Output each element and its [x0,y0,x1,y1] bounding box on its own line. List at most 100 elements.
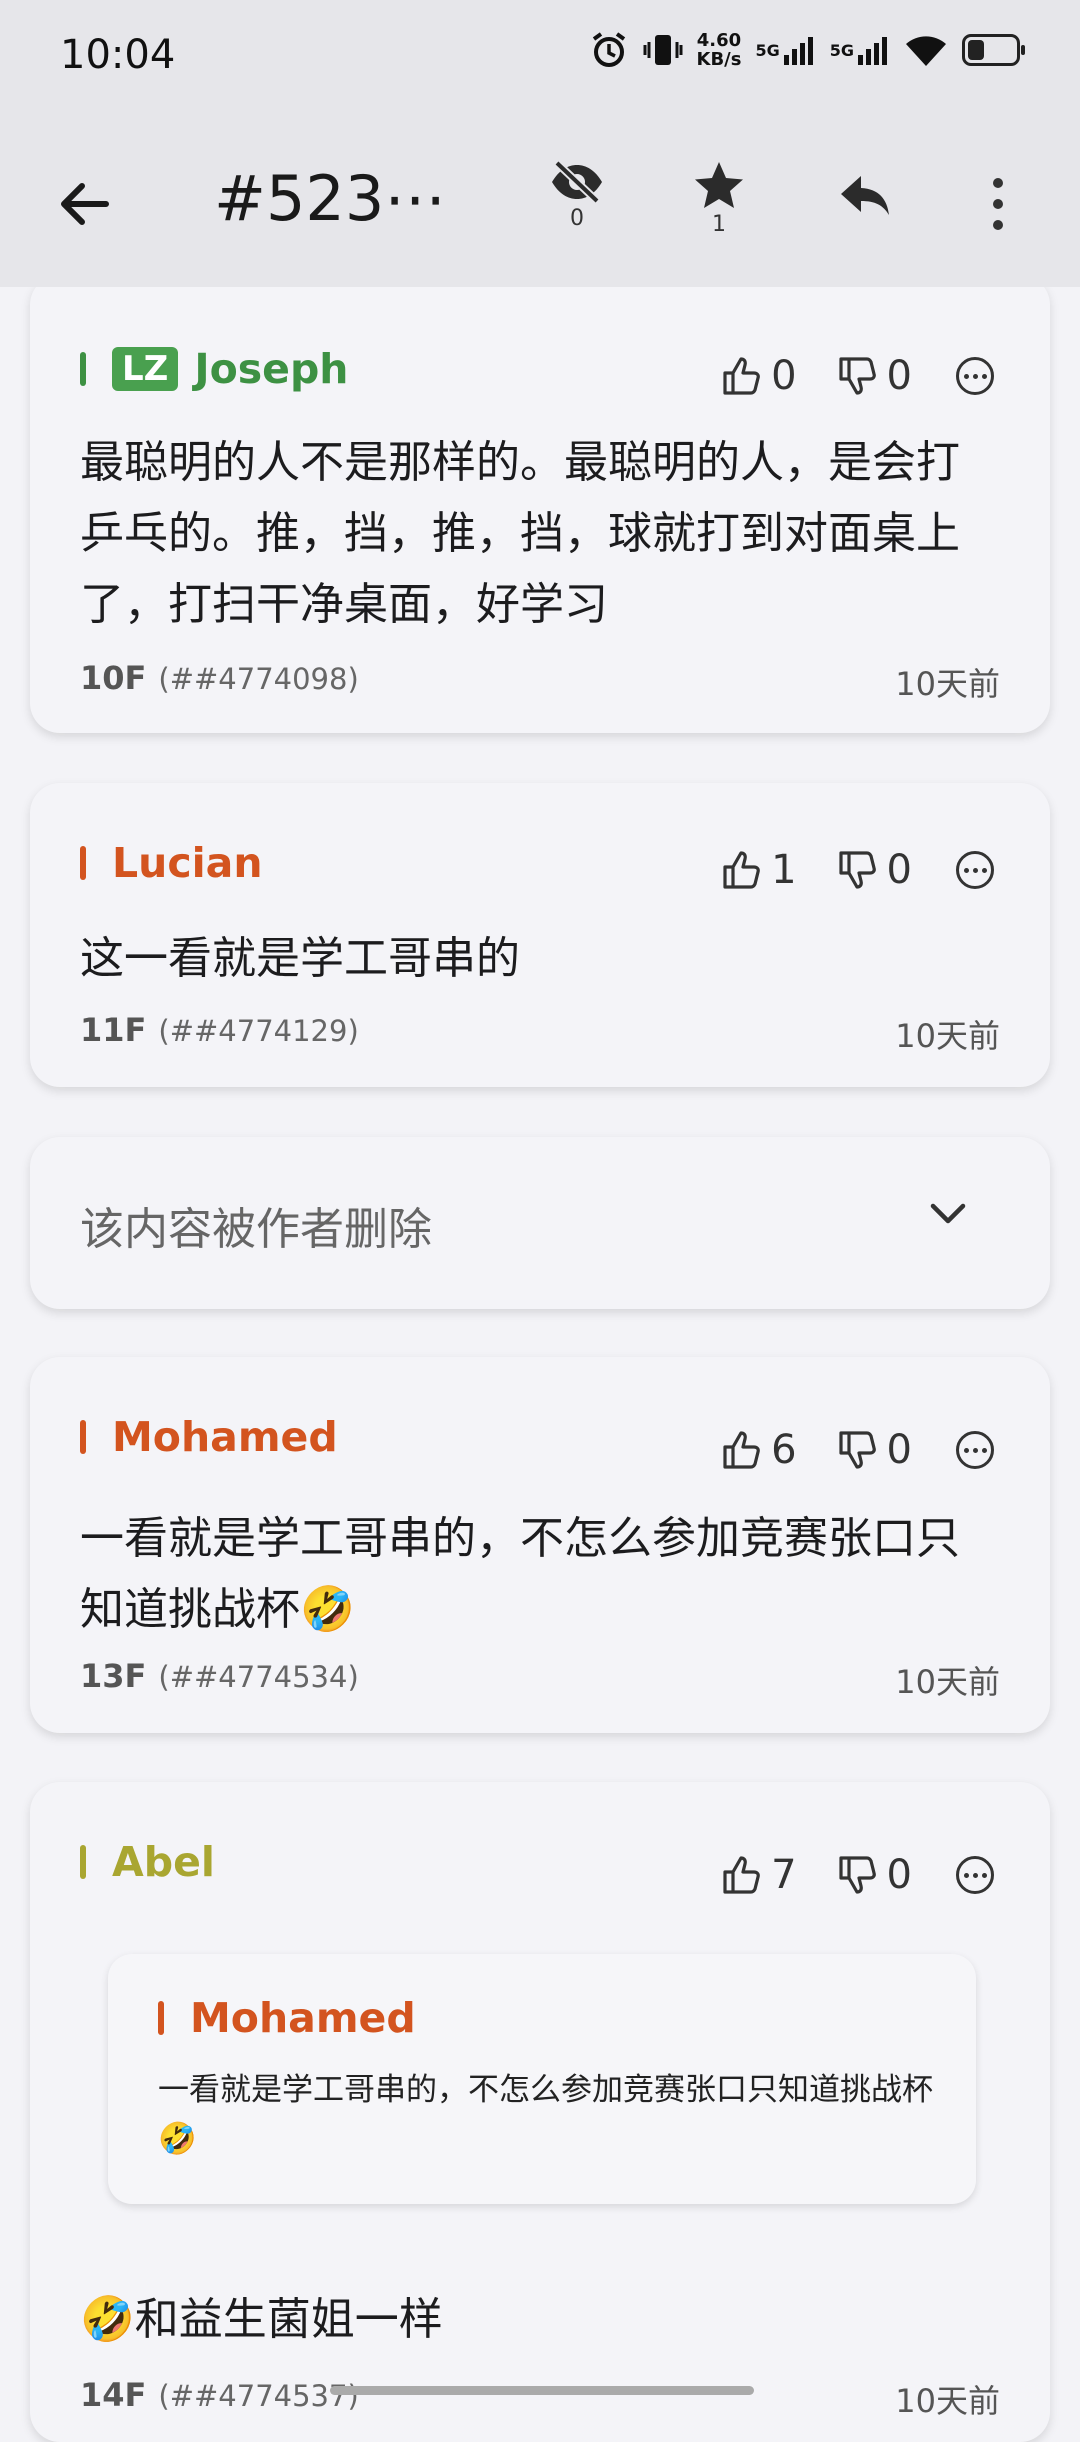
post-author[interactable]: LZ Joseph [80,345,349,393]
deleted-post-card[interactable]: 该内容被作者删除 [30,1137,1050,1309]
battery-fill [968,40,985,60]
reply-button[interactable] [820,172,910,220]
post-time: 10天前 [895,665,1000,703]
star-count: 1 [712,212,726,237]
author-name: Mohamed [112,1413,338,1461]
author-color-bar [80,1845,86,1879]
post-id: (##4774534) [158,1660,359,1694]
post-time: 10天前 [895,1663,1000,1701]
post-card: Mohamed 6 0 一看就是学工哥串的，不怎么参加竞赛张口只知道挑战杯🤣 1… [30,1357,1050,1733]
floor-number: 13F [80,1657,147,1695]
like-button[interactable]: 6 [721,1427,797,1473]
dislike-button[interactable]: 0 [837,1852,912,1898]
page-title: #523⋯ [214,162,447,235]
floor-number: 10F [80,659,147,697]
dislike-count: 0 [886,1427,912,1473]
quote-text: 一看就是学工哥串的，不怎么参加竞赛张口只知道挑战杯🤣 [158,2072,933,2157]
hidden-toggle-button[interactable]: 0 [532,160,622,231]
vote-bar: 0 0 [721,353,994,399]
like-button[interactable]: 0 [721,353,797,399]
quote-author: Mohamed [158,1994,416,2042]
author-color-bar [158,2001,164,2035]
like-button[interactable]: 7 [721,1852,797,1898]
post-text: 这一看就是学工哥串的 [80,933,520,984]
net-speed: 4.60 KB/s [697,31,742,69]
post-author[interactable]: Lucian [80,839,263,887]
thumb-down-icon [838,1856,876,1894]
sim1-label: 5G [755,40,780,60]
arrow-left-icon [61,183,109,225]
op-badge: LZ [112,347,179,391]
thumb-up-icon [723,357,760,395]
dot [993,220,1003,230]
thumb-down-icon [838,1431,876,1469]
post-text: 🤣和益生菌姐一样 [80,2294,443,2345]
post-floor: 10F (##4774098) [80,659,359,697]
chevron-down-icon [930,1203,966,1224]
status-icons: 4.60 KB/s 5G 5G [589,30,1025,70]
sim2-label: 5G [829,40,854,60]
like-count: 7 [771,1852,797,1898]
author-color-bar [80,352,86,386]
dislike-count: 0 [886,847,912,893]
signal-icon: 5G [755,33,815,67]
author-color-bar [80,846,86,880]
top-bar: 10:04 4.60 KB/s 5G 5G #523⋯ 0 1 [0,0,1080,287]
hidden-count: 0 [570,206,584,231]
post-options-button[interactable] [956,1856,994,1894]
author-color-bar [80,1420,86,1454]
post-card: Abel 7 0 Mohamed 一看就是学工哥串的，不怎么参加竞赛张口只知道挑… [30,1782,1050,2442]
thumb-down-icon [838,357,876,395]
post-author[interactable]: Mohamed [80,1413,338,1461]
status-time: 10:04 [60,32,176,78]
post-card: LZ Joseph 0 0 最聪明的人不是那样的。最聪明的人，是会打乒乓的。推，… [30,275,1050,733]
dot [993,178,1003,188]
thumb-up-icon [723,1856,760,1894]
signal-icon: 5G [830,33,890,67]
eye-off-icon [552,160,602,204]
floor-number: 14F [80,2376,147,2414]
dislike-count: 0 [886,1852,912,1898]
author-name: Joseph [194,345,349,393]
post-time: 10天前 [895,2382,1000,2420]
more-menu-button[interactable] [978,172,1018,236]
post-id: (##4774537) [158,2379,359,2413]
reply-icon [841,176,889,215]
thumb-up-icon [723,1431,760,1469]
post-id: (##4774129) [158,1014,359,1048]
home-indicator[interactable] [330,2386,754,2395]
back-button[interactable] [52,172,116,236]
post-text: 一看就是学工哥串的，不怎么参加竞赛张口只知道挑战杯🤣 [80,1513,960,1635]
favorite-button[interactable]: 1 [674,160,764,237]
battery-icon [962,34,1025,66]
vote-bar: 7 0 [721,1852,994,1898]
post-author[interactable]: Abel [80,1838,215,1886]
post-time: 10天前 [895,1017,1000,1055]
post-options-button[interactable] [956,357,994,395]
net-speed-value: 4.60 [696,30,742,51]
quote-author-name: Mohamed [190,1994,416,2042]
dislike-button[interactable]: 0 [837,847,912,893]
post-options-button[interactable] [956,851,994,889]
post-floor: 11F (##4774129) [80,1011,359,1049]
post-floor: 14F (##4774537) [80,2376,359,2414]
vibrate-icon [643,30,683,70]
wifi-icon [904,32,948,68]
vote-bar: 1 0 [721,847,994,893]
post-floor: 13F (##4774534) [80,1657,359,1695]
post-card: Lucian 1 0 这一看就是学工哥串的 11F (##4774129) 10天… [30,783,1050,1087]
post-id: (##4774098) [158,662,359,696]
post-options-button[interactable] [956,1431,994,1469]
dislike-button[interactable]: 0 [837,1427,912,1473]
dislike-count: 0 [886,353,912,399]
dislike-button[interactable]: 0 [837,353,912,399]
net-speed-unit: KB/s [696,49,742,70]
star-icon [695,162,743,208]
floor-number: 11F [80,1011,147,1049]
like-count: 0 [771,353,797,399]
alarm-icon [589,30,629,70]
thumb-up-icon [723,851,760,889]
author-name: Lucian [112,839,263,887]
quoted-post[interactable]: Mohamed 一看就是学工哥串的，不怎么参加竞赛张口只知道挑战杯🤣 [108,1954,976,2204]
like-button[interactable]: 1 [721,847,797,893]
